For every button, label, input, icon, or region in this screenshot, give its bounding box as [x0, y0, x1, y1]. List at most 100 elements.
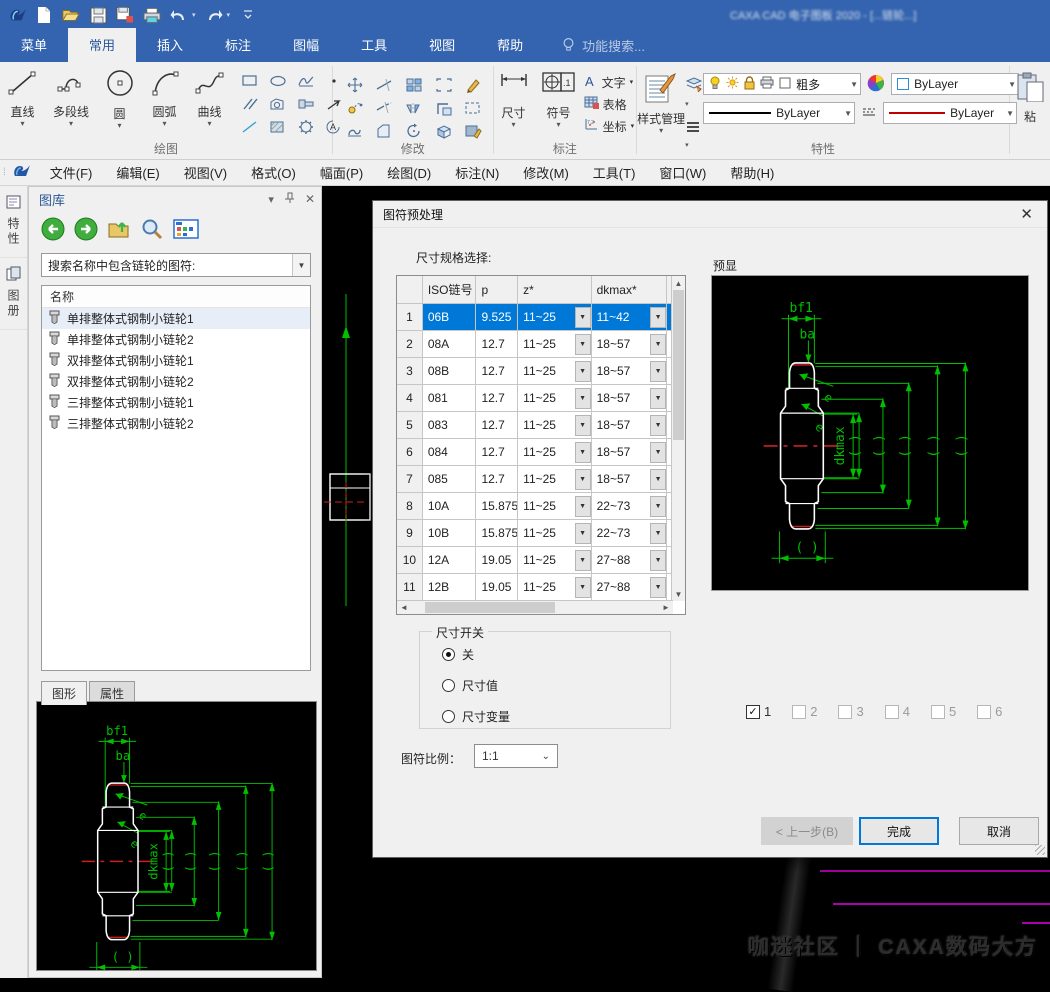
list-item[interactable]: 双排整体式钢制小链轮2: [42, 371, 310, 392]
radio-关[interactable]: 关: [442, 646, 670, 663]
list-item[interactable]: 三排整体式钢制小链轮2: [42, 413, 310, 434]
table-cell[interactable]: 11~25▼: [518, 304, 591, 331]
ribbon-tab-工具[interactable]: 工具: [340, 28, 408, 62]
cell-dropdown-button[interactable]: ▼: [575, 361, 591, 382]
wave-icon[interactable]: [294, 70, 318, 92]
cell-dropdown-button[interactable]: ▼: [650, 550, 666, 571]
extend-icon[interactable]: [372, 74, 396, 96]
linescale-icon[interactable]: [861, 106, 877, 121]
spec-table[interactable]: ISO链号pz*dkmax*d106B9.52511~25▼11~42▼6208…: [396, 275, 686, 615]
menu-item-视图[interactable]: 视图(V): [172, 158, 239, 187]
table-cell[interactable]: 15.875: [476, 520, 518, 547]
parallel-icon[interactable]: [238, 93, 262, 115]
color-wheel-icon[interactable]: [867, 74, 885, 95]
table-row[interactable]: 608412.711~25▼18~57▼7: [397, 439, 685, 466]
row-number-cell[interactable]: 6: [397, 439, 423, 466]
table-cell[interactable]: 10A: [423, 493, 477, 520]
table-cell[interactable]: 11~25▼: [518, 493, 591, 520]
view-checkbox-5[interactable]: 5: [931, 704, 956, 719]
cell-dropdown-button[interactable]: ▼: [575, 388, 591, 409]
dialog-title-bar[interactable]: 图符预处理 ✕: [373, 201, 1047, 228]
layer-state-combo[interactable]: 粗多▼: [703, 73, 861, 95]
finish-button[interactable]: 完成: [859, 817, 939, 845]
圆-button[interactable]: 圆▾: [97, 66, 142, 129]
cell-dropdown-button[interactable]: ▼: [575, 496, 591, 517]
scale-select[interactable]: 1:1 ⌄: [474, 744, 558, 768]
radio-尺寸值[interactable]: 尺寸值: [442, 677, 670, 694]
table-cell[interactable]: 12.7: [476, 412, 518, 439]
tab-图形[interactable]: 图形: [41, 681, 87, 705]
cell-dropdown-button[interactable]: ▼: [575, 307, 591, 328]
dashed-rect-icon[interactable]: [461, 97, 485, 119]
table-cell[interactable]: 19.05: [476, 547, 518, 574]
table-row[interactable]: 106B9.52511~25▼11~42▼6: [397, 304, 685, 331]
view-checkbox-3[interactable]: 3: [838, 704, 863, 719]
menu-item-幅面[interactable]: 幅面(P): [308, 158, 375, 187]
open-file-icon[interactable]: [62, 6, 80, 24]
menu-item-修改[interactable]: 修改(M): [511, 158, 581, 187]
table-cell[interactable]: 081: [423, 385, 477, 412]
cell-dropdown-button[interactable]: ▼: [650, 442, 666, 463]
view-checkbox-1[interactable]: ✓1: [746, 704, 771, 719]
table-row[interactable]: 810A15.87511~25▼22~73▼1: [397, 493, 685, 520]
folder-up-icon[interactable]: [107, 218, 131, 243]
table-cell[interactable]: 18~57▼: [592, 439, 667, 466]
color-combo[interactable]: ByLayer▼: [891, 73, 1019, 95]
ribbon-tab-帮助[interactable]: 帮助: [476, 28, 544, 62]
linetype-combo[interactable]: ByLayer▼: [703, 102, 855, 124]
cell-dropdown-button[interactable]: ▼: [650, 307, 666, 328]
cell-dropdown-button[interactable]: ▼: [575, 415, 591, 436]
scroll-down-icon[interactable]: ▼: [672, 587, 685, 601]
row-number-cell[interactable]: 9: [397, 520, 423, 547]
ribbon-tab-视图[interactable]: 视图: [408, 28, 476, 62]
cell-dropdown-button[interactable]: ▼: [650, 415, 666, 436]
cell-dropdown-button[interactable]: ▼: [650, 361, 666, 382]
table-cell[interactable]: 06B: [423, 304, 477, 331]
gear-icon[interactable]: [294, 116, 318, 138]
fill-icon[interactable]: [461, 120, 485, 142]
table-cell[interactable]: 27~88▼: [592, 574, 667, 601]
view-checkbox-6[interactable]: 6: [977, 704, 1002, 719]
paste-button[interactable]: 粘: [1010, 66, 1050, 125]
menu-item-格式[interactable]: 格式(O): [239, 158, 308, 187]
corner-icon[interactable]: [432, 97, 456, 119]
table-cell[interactable]: 11~25▼: [518, 385, 591, 412]
ribbon-tab-标注[interactable]: 标注: [204, 28, 272, 62]
library-search-combobox[interactable]: 搜索名称中包含链轮的图符: ▼: [41, 253, 311, 277]
checkbox[interactable]: [931, 705, 945, 719]
table-cell[interactable]: 08A: [423, 331, 477, 358]
chamfer-icon[interactable]: [372, 120, 396, 142]
table-cell[interactable]: 085: [423, 466, 477, 493]
checkbox[interactable]: [885, 705, 899, 719]
table-cell[interactable]: 12.7: [476, 358, 518, 385]
table-cell[interactable]: 18~57▼: [592, 358, 667, 385]
explode-icon[interactable]: [432, 120, 456, 142]
table-row[interactable]: 208A12.711~25▼18~57▼7: [397, 331, 685, 358]
undo-icon-dropdown[interactable]: ▾: [192, 11, 196, 19]
row-number-cell[interactable]: 2: [397, 331, 423, 358]
resize-grip[interactable]: [1035, 845, 1045, 855]
ribbon-tab-菜单[interactable]: 菜单: [0, 28, 68, 62]
bisector-icon[interactable]: [238, 116, 262, 138]
radio-button[interactable]: [442, 648, 455, 661]
row-number-cell[interactable]: 10: [397, 547, 423, 574]
list-item[interactable]: 单排整体式钢制小链轮1: [42, 308, 310, 329]
menu-item-标注[interactable]: 标注(N): [443, 158, 511, 187]
toolbar-more-icon[interactable]: [239, 6, 257, 24]
table-cell[interactable]: 12A: [423, 547, 477, 574]
曲线-button[interactable]: 曲线▾: [187, 66, 232, 127]
radio-button[interactable]: [442, 710, 455, 723]
cell-dropdown-button[interactable]: ▼: [575, 550, 591, 571]
table-cell[interactable]: 084: [423, 439, 477, 466]
list-item[interactable]: 单排整体式钢制小链轮2: [42, 329, 310, 350]
坐标-button[interactable]: 7,2坐标▾: [584, 116, 635, 136]
尺寸-button[interactable]: 尺寸▾: [494, 66, 534, 128]
save-as-icon[interactable]: [116, 6, 134, 24]
table-cell[interactable]: 11~25▼: [518, 412, 591, 439]
cancel-button[interactable]: 取消: [959, 817, 1039, 845]
panel-menu-icon[interactable]: ▾: [268, 193, 274, 206]
ribbon-tab-图幅[interactable]: 图幅: [272, 28, 340, 62]
redo-icon[interactable]: [205, 6, 223, 24]
table-cell[interactable]: 12.7: [476, 385, 518, 412]
table-cell[interactable]: 11~25▼: [518, 439, 591, 466]
